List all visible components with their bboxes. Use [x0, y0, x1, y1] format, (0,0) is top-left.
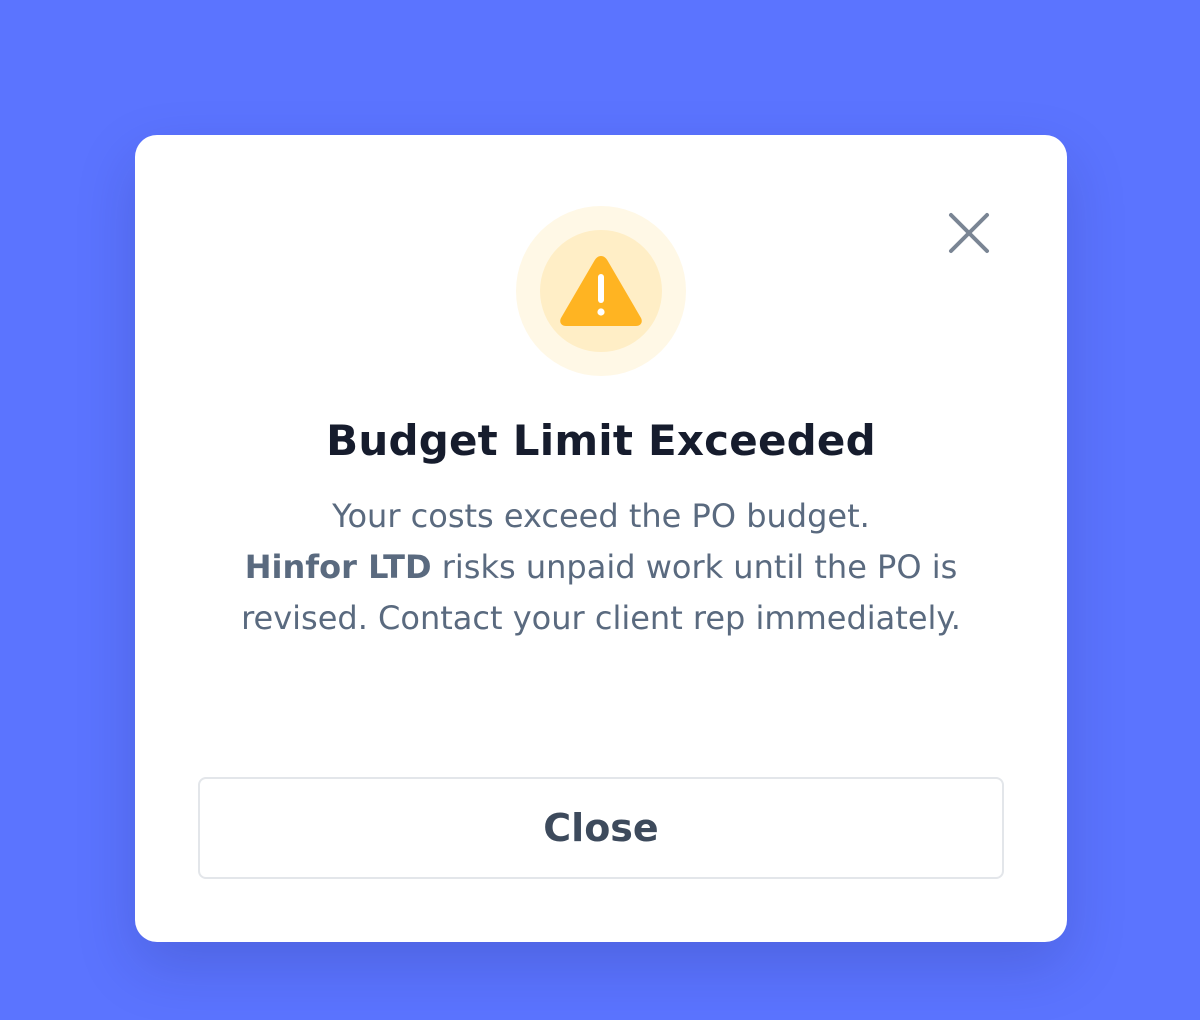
dialog-message: Your costs exceed the PO budget. Hinfor …: [231, 491, 971, 644]
warning-icon-badge: [516, 206, 686, 376]
warning-icon-circle: [540, 230, 662, 352]
message-line-1: Your costs exceed the PO budget.: [332, 497, 870, 535]
company-name: Hinfor LTD: [244, 548, 432, 586]
dialog-title: Budget Limit Exceeded: [326, 416, 876, 465]
close-icon[interactable]: [943, 207, 995, 259]
budget-alert-dialog: Budget Limit Exceeded Your costs exceed …: [135, 135, 1067, 942]
close-button[interactable]: Close: [198, 777, 1004, 879]
warning-triangle-icon: [560, 256, 642, 326]
